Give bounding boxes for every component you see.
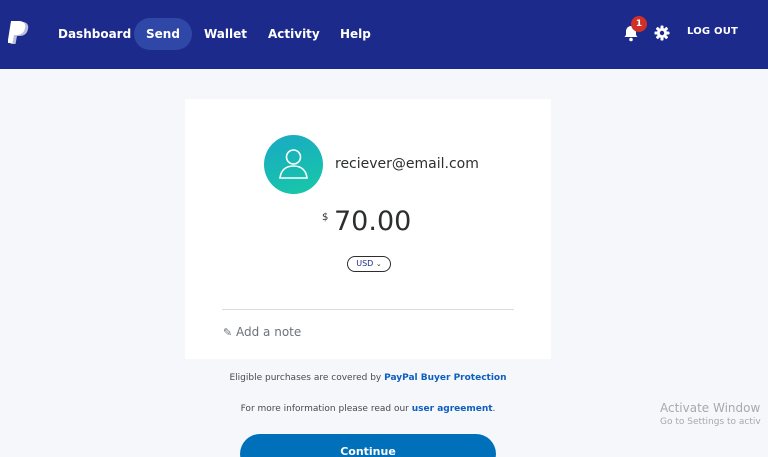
top-navigation-bar: Dashboard Send Wallet Activity Help 1 LO…	[0, 0, 768, 69]
currency-selector[interactable]: USD ⌄	[347, 256, 391, 272]
logout-link[interactable]: LOG OUT	[687, 26, 738, 37]
user-agreement-info: For more information please read our use…	[0, 404, 736, 414]
gear-icon[interactable]	[654, 25, 670, 41]
user-agreement-link[interactable]: user agreement	[412, 404, 493, 414]
agreement-end: .	[492, 404, 496, 414]
nav-send[interactable]: Send	[134, 18, 192, 50]
buyer-protection-link[interactable]: PayPal Buyer Protection	[384, 373, 506, 383]
agreement-text: For more information please read our	[240, 404, 409, 414]
amount-value[interactable]: 70.00	[334, 206, 411, 237]
recipient-email: reciever@email.com	[335, 156, 479, 172]
add-note-field[interactable]: Add a note	[236, 325, 301, 339]
currency-symbol: $	[322, 212, 329, 223]
user-icon	[279, 149, 308, 179]
divider	[222, 309, 514, 310]
pencil-icon: ✎	[223, 326, 233, 339]
notification-badge: 1	[631, 16, 647, 32]
paypal-logo-icon[interactable]	[8, 21, 30, 45]
nav-help[interactable]: Help	[328, 18, 383, 50]
currency-code: USD	[356, 259, 374, 268]
chevron-down-icon: ⌄	[375, 260, 382, 268]
nav-wallet[interactable]: Wallet	[192, 18, 259, 50]
nav-dashboard[interactable]: Dashboard	[46, 18, 143, 50]
watermark-line2: Go to Settings to activ	[660, 417, 761, 427]
watermark-line1: Activate Window	[660, 401, 761, 415]
continue-button[interactable]: Continue	[240, 434, 496, 457]
recipient-avatar	[264, 135, 323, 194]
protection-text: Eligible purchases are covered by	[229, 373, 382, 383]
nav-activity[interactable]: Activity	[256, 18, 332, 50]
buyer-protection-info: Eligible purchases are covered by PayPal…	[0, 373, 736, 383]
activate-windows-watermark: Activate Window Go to Settings to activ	[660, 401, 761, 427]
send-money-card: reciever@email.com $ 70.00 USD ⌄ ✎ Add a…	[185, 99, 551, 359]
